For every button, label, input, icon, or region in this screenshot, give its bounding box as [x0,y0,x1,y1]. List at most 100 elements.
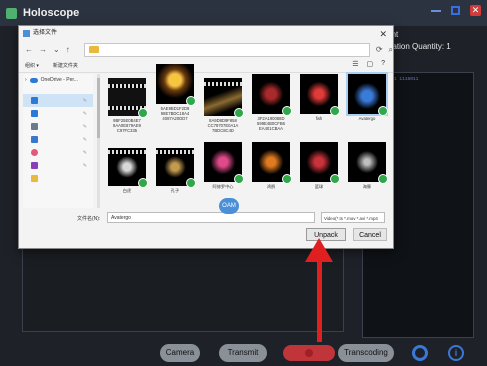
file-item[interactable]: 海豚 [345,142,389,189]
file-item[interactable]: fish [297,74,341,121]
file-item[interactable]: 鸿鹄 [249,142,293,189]
nav-scrollbar[interactable] [97,74,100,208]
file-type-select[interactable]: Video(*.ts *.mov *.avi *.mp4 [321,212,385,223]
nav-item-music[interactable]: ✎ [23,146,93,159]
recent-chevron-icon[interactable]: ⌄ [53,45,60,54]
file-name: 篮球 [314,184,324,189]
sync-check-icon [378,174,388,184]
file-name: Avatergo [358,116,376,121]
command-bar: 组织 ▾ 新建文件夹 ☰ ▢ ? [19,58,393,73]
close-icon[interactable]: ✕ [470,5,481,16]
sync-check-icon [282,106,292,116]
video-thumbnail [252,74,292,116]
forward-arrow-icon[interactable]: → [39,45,47,54]
file-item[interactable]: 白虎 [105,148,149,193]
minimize-icon[interactable] [431,9,441,12]
file-item[interactable]: 3F2A190088D 599E4B0CFB6 EA401CBAA [249,74,293,131]
transcoding-button[interactable]: Transcoding [338,344,394,362]
picture-icon [31,136,38,143]
pin-icon: ✎ [82,162,87,169]
camera-button[interactable]: Camera [160,344,200,362]
file-item[interactable]: 9BF25E0B4E7 8AA0E879AE9 C97FC335 [105,78,149,133]
file-item[interactable]: 阿修罗中心 [201,142,245,189]
folder-icon [31,175,38,182]
file-item[interactable]: 篮球 [297,142,341,189]
file-name: 阿修罗中心 [212,184,234,189]
cursor-indicator: OAM [219,198,239,214]
sync-check-icon [330,106,340,116]
gear-icon[interactable] [412,345,428,361]
pin-icon: ✎ [82,123,87,130]
sync-check-icon [138,178,148,188]
dialog-title-bar: 选择文件 ✕ [19,26,393,41]
music-icon [31,149,38,156]
sync-check-icon [330,174,340,184]
chevron-right-icon: › [25,77,27,83]
sync-check-icon [282,174,292,184]
dialog-title: 选择文件 [33,30,58,36]
video-thumbnail [346,72,388,116]
info-icon[interactable]: i [448,345,464,361]
pin-icon: ✎ [82,110,87,117]
nav-item-videos[interactable]: ✎ [23,159,93,172]
file-name: 海豚 [362,184,372,189]
filename-input[interactable]: Avatergo [107,212,315,223]
record-button[interactable] [283,345,335,361]
sync-check-icon [138,108,148,118]
search-icon[interactable]: ⌕ [389,45,393,55]
record-icon [305,349,313,357]
video-thumbnail [348,142,388,184]
new-folder-button[interactable]: 新建文件夹 [53,62,78,69]
app-title: Holoscope [23,7,80,19]
sync-check-icon [234,108,244,118]
pin-icon: ✎ [82,97,87,104]
sync-check-icon [234,174,244,184]
red-arrow-shaft [317,258,322,342]
video-thumbnail [108,78,148,118]
nav-item-documents[interactable]: ✎ [23,120,93,133]
cancel-button[interactable]: Cancel [353,228,387,241]
video-icon [31,162,38,169]
navigation-bar: ← → ⌄ ↑ ⟳ ⌕ [19,41,393,58]
app-window: Holoscope ✕ Equipment ...chronization Qu… [0,0,487,366]
video-thumbnail [252,142,292,184]
file-item[interactable]: 孔子 [153,148,197,193]
document-icon [31,123,38,130]
video-thumbnail [204,78,244,118]
video-thumbnail [300,74,340,116]
file-item-selected[interactable]: Avatergo [345,72,389,121]
sync-check-icon [186,178,196,188]
app-icon [6,7,17,19]
up-arrow-icon[interactable]: ↑ [66,45,70,54]
organize-menu[interactable]: 组织 ▾ [25,62,39,69]
title-bar: Holoscope ✕ [0,0,487,26]
video-thumbnail [156,64,196,106]
desktop-icon [31,97,38,104]
back-arrow-icon[interactable]: ← [25,45,33,54]
onedrive-node[interactable]: › OneDrive - Per... [23,74,93,86]
sync-check-icon [186,96,196,106]
nav-item-folder[interactable] [23,172,93,185]
address-bar[interactable] [83,42,370,57]
filename-label: 文件名(N): [77,216,101,222]
maximize-icon[interactable] [451,6,460,15]
file-name: 9BF25E0B4E7 8AA0E879AE9 C97FC335 [113,118,141,133]
file-name: fish [315,116,323,121]
view-options-icon[interactable]: ☰ [352,60,358,68]
help-icon[interactable]: ? [381,60,385,68]
nav-item-downloads[interactable]: ✎ [23,107,93,120]
file-name: 5AE9BD1F2D8 98E7BDC18A4 4087A20DD7 [160,106,190,121]
dialog-close-icon[interactable]: ✕ [379,27,387,42]
nav-item-pictures[interactable]: ✎ [23,133,93,146]
file-item[interactable]: 5AE9BD1F2D8 98E7BDC18A4 4087A20DD7 [153,64,197,121]
video-thumbnail [108,148,148,188]
dialog-footer: 文件名(N): Avatergo Video(*.ts *.mov *.avi … [23,212,389,242]
nav-item-desktop[interactable]: ✎ [23,94,93,107]
transmit-button[interactable]: Transmit [219,344,267,362]
cloud-icon [29,77,38,83]
refresh-icon[interactable]: ⟳ [376,45,383,54]
preview-pane-icon[interactable]: ▢ [366,60,373,68]
file-item[interactable]: 8A9D8D9F858 CC78707E0A1A 7BDC8C4D [201,78,245,133]
file-name: 孔子 [170,188,180,193]
download-icon [31,110,38,117]
